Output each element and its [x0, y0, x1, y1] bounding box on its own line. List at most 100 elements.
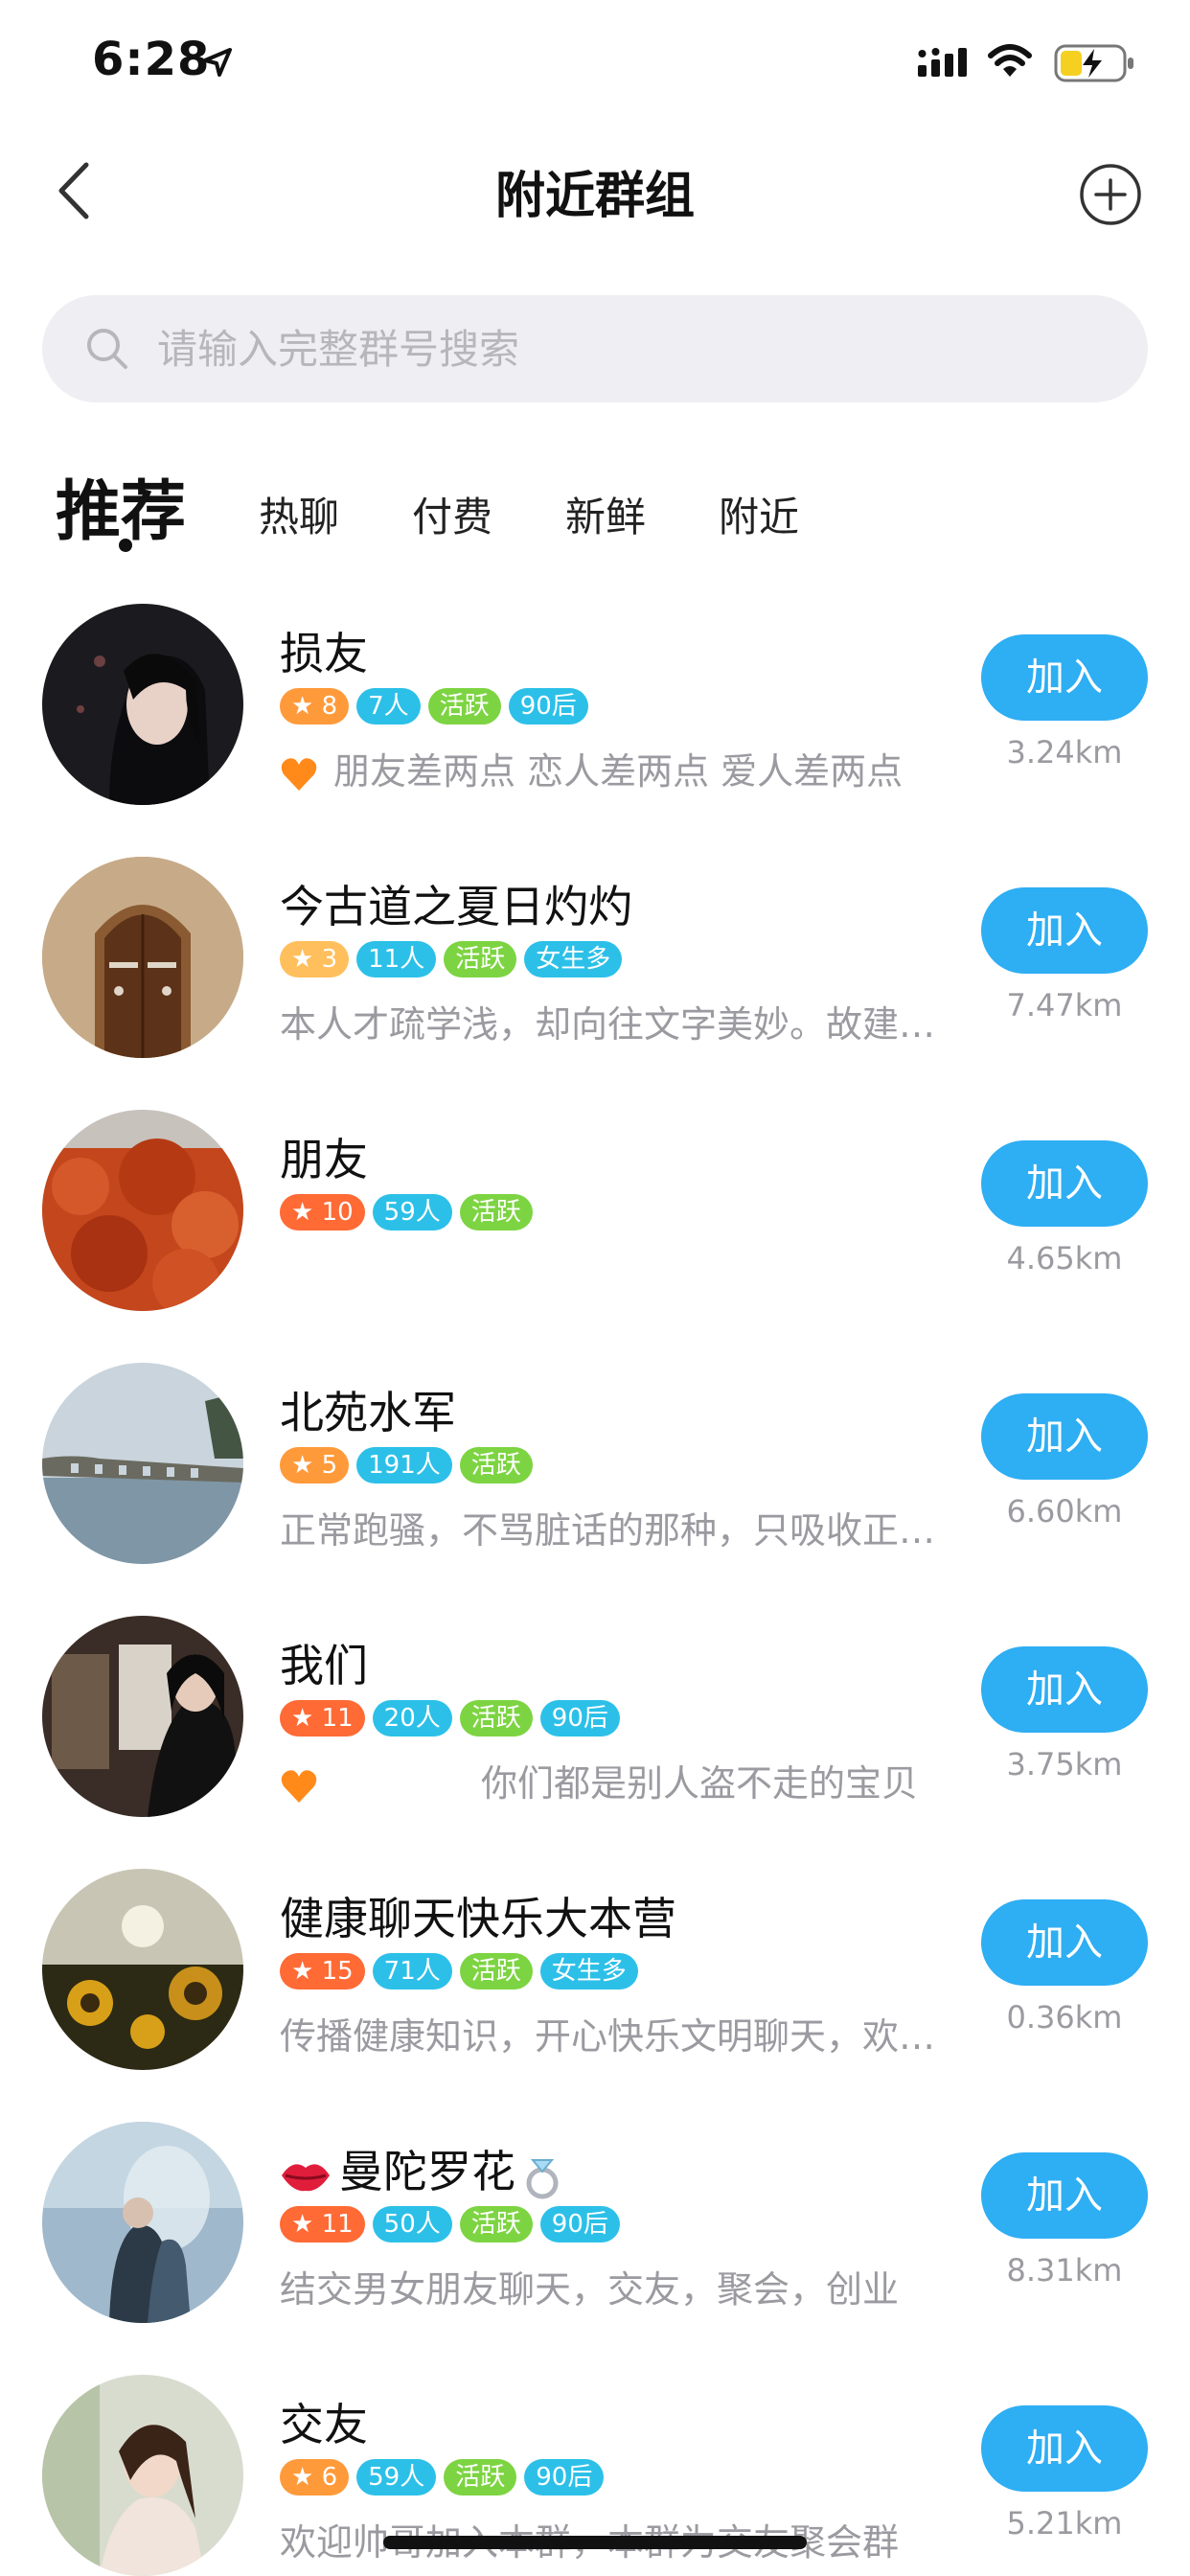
group-name: 曼陀罗花: [280, 2137, 563, 2200]
group-name: 北苑水军: [280, 1387, 456, 1438]
nav-bar: 附近群组: [0, 134, 1190, 249]
level-badge: ★ 3: [280, 941, 350, 978]
group-avatar: [42, 2375, 243, 2576]
list-item[interactable]: 损友 ★ 8 7人 活跃 90后 朋友差两点 恋人差两点 爱人差两点 加入 3.…: [0, 575, 1190, 828]
active-tab-indicator: [119, 539, 132, 552]
group-tags: ★ 3 11人 活跃 女生多: [280, 941, 623, 979]
distance-label: 3.75km: [1006, 1746, 1123, 1782]
search-bar[interactable]: [42, 295, 1148, 402]
page-title: 附近群组: [494, 168, 695, 225]
group-tags: ★ 11 50人 活跃 90后: [280, 2206, 620, 2244]
distance-label: 4.65km: [1006, 1240, 1123, 1276]
active-badge: 活跃: [444, 2459, 517, 2496]
level-badge: ★ 6: [280, 2459, 350, 2496]
join-button[interactable]: 加入: [981, 2152, 1148, 2239]
member-count-badge: 11人: [356, 941, 437, 978]
group-name: 损友: [280, 628, 368, 679]
distance-label: 5.21km: [1006, 2505, 1123, 2542]
group-avatar: [42, 2122, 243, 2323]
group-avatar: [42, 604, 243, 805]
list-item[interactable]: 健康聊天快乐大本营 ★ 15 71人 活跃 女生多 传播健康知识，开心快乐文明聊…: [0, 1840, 1190, 2093]
list-item[interactable]: 今古道之夏日灼灼 ★ 3 11人 活跃 女生多 本人才疏学浅，却向往文字美妙。故…: [0, 828, 1190, 1081]
member-count-badge: 59人: [372, 1194, 452, 1230]
age-badge: 90后: [508, 688, 588, 724]
status-bar: 6:28: [0, 0, 1190, 126]
distance-label: 8.31km: [1006, 2252, 1123, 2288]
join-button[interactable]: 加入: [981, 1646, 1148, 1733]
tab-new[interactable]: 新鲜: [565, 485, 646, 543]
location-arrow-icon: [203, 48, 232, 77]
list-item[interactable]: 我们 ★ 11 20人 活跃 90后 你们都是别人盗不走的宝贝 加入 3.75k…: [0, 1587, 1190, 1840]
tab-nearby[interactable]: 附近: [719, 485, 799, 543]
distance-label: 7.47km: [1006, 987, 1123, 1024]
group-description: 结交男女朋友聊天，交友，聚会，创业: [280, 2268, 900, 2311]
active-badge: 活跃: [459, 1700, 533, 1736]
home-indicator: [383, 2536, 807, 2549]
list-item[interactable]: 朋友 ★ 10 59人 活跃 加入 4.65km: [0, 1081, 1190, 1334]
add-circle-icon[interactable]: [1079, 163, 1142, 226]
group-description: 传播健康知识，开心快乐文明聊天，欢迎加入: [280, 2015, 941, 2058]
join-button[interactable]: 加入: [981, 887, 1148, 974]
list-item[interactable]: 北苑水军 ★ 5 191人 活跃 正常跑骚，不骂脏话的那种，只吸收正能量 加入 …: [0, 1334, 1190, 1587]
group-description: 朋友差两点 恋人差两点 爱人差两点: [280, 742, 941, 794]
active-badge: 活跃: [459, 1447, 533, 1484]
category-tabs: 推荐 热聊 付费 新鲜 附近: [0, 450, 1190, 556]
active-badge: 活跃: [444, 941, 517, 978]
female-majority-badge: 女生多: [524, 941, 623, 978]
group-tags: ★ 15 71人 活跃 女生多: [280, 1953, 638, 1991]
female-majority-badge: 女生多: [539, 1953, 638, 1990]
join-button[interactable]: 加入: [981, 1140, 1148, 1227]
lips-kiss-icon: [282, 2163, 330, 2191]
orange-heart-icon: [281, 1769, 317, 1803]
group-name: 朋友: [280, 1134, 368, 1185]
tab-recommend[interactable]: 推荐: [56, 458, 186, 553]
level-badge: ★ 5: [280, 1447, 350, 1484]
member-count-badge: 50人: [372, 2206, 452, 2242]
group-tags: ★ 6 59人 活跃 90后: [280, 2459, 605, 2497]
group-avatar: [42, 857, 243, 1058]
member-count-badge: 71人: [372, 1953, 452, 1990]
tab-hot[interactable]: 热聊: [259, 485, 339, 543]
active-badge: 活跃: [459, 2206, 533, 2242]
diamond-ring-icon: [526, 2158, 559, 2198]
cellular-signal-icon: [918, 48, 967, 77]
group-tags: ★ 11 20人 活跃 90后: [280, 1700, 620, 1738]
group-avatar: [42, 1616, 243, 1817]
group-description: 你们都是别人盗不走的宝贝: [280, 1754, 941, 1806]
search-input[interactable]: [157, 295, 1096, 402]
group-tags: ★ 10 59人 活跃: [280, 1194, 533, 1232]
active-badge: 活跃: [427, 688, 501, 724]
distance-label: 0.36km: [1006, 1999, 1123, 2036]
group-name: 今古道之夏日灼灼: [280, 881, 632, 932]
group-tags: ★ 5 191人 活跃: [280, 1447, 533, 1485]
member-count-badge: 191人: [356, 1447, 452, 1484]
age-badge: 90后: [539, 2206, 620, 2242]
distance-label: 3.24km: [1006, 734, 1123, 770]
group-tags: ★ 8 7人 活跃 90后: [280, 688, 588, 726]
group-name: 健康聊天快乐大本营: [280, 1893, 676, 1944]
group-avatar: [42, 1363, 243, 1564]
member-count-badge: 7人: [356, 688, 421, 724]
group-description: 本人才疏学浅，却向往文字美妙。故建此群: [280, 1003, 941, 1046]
battery-charging-icon: [1054, 44, 1133, 82]
active-badge: 活跃: [459, 1953, 533, 1990]
active-badge: 活跃: [459, 1194, 533, 1230]
list-item[interactable]: 曼陀罗花 ★ 11 50人 活跃 90后 结交男女朋友聊天，交友，聚会，创业 加…: [0, 2093, 1190, 2346]
tab-paid[interactable]: 付费: [412, 485, 492, 543]
join-button[interactable]: 加入: [981, 1393, 1148, 1480]
age-badge: 90后: [524, 2459, 605, 2496]
group-avatar: [42, 1110, 243, 1311]
level-badge: ★ 15: [280, 1953, 365, 1990]
group-name: 交友: [280, 2399, 368, 2450]
level-badge: ★ 8: [280, 688, 350, 724]
status-time: 6:28: [92, 33, 211, 86]
wifi-icon: [988, 44, 1032, 77]
distance-label: 6.60km: [1006, 1493, 1123, 1530]
join-button[interactable]: 加入: [981, 2405, 1148, 2492]
group-description: 正常跑骚，不骂脏话的那种，只吸收正能量: [280, 1509, 941, 1552]
level-badge: ★ 11: [280, 1700, 365, 1736]
search-icon: [87, 329, 127, 369]
join-button[interactable]: 加入: [981, 1899, 1148, 1986]
join-button[interactable]: 加入: [981, 634, 1148, 721]
group-avatar: [42, 1869, 243, 2070]
